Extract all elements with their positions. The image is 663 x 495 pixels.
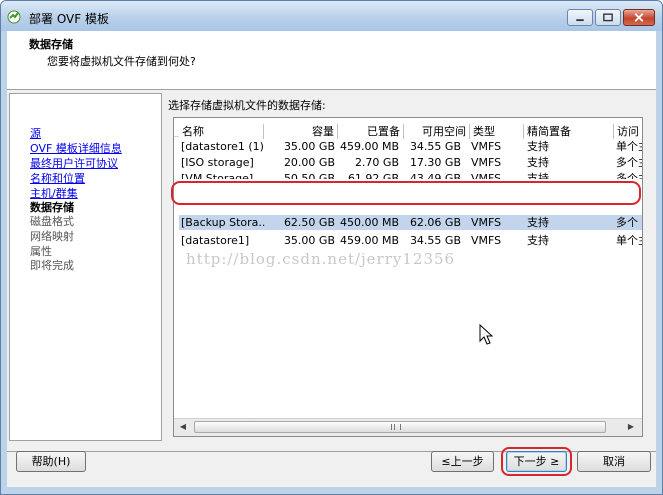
window-bottom-border: [1, 487, 662, 494]
minimize-button[interactable]: [567, 9, 593, 26]
back-button[interactable]: ≤上一步: [431, 451, 494, 472]
cell-free-space: 34.55 GB: [409, 234, 461, 247]
window-title: 部署 OVF 模板: [29, 12, 109, 26]
cell-type: VMFS: [471, 140, 502, 153]
table-row[interactable]: [datastore1 (1)] 35.00 GB 459.00 MB 34.5…: [179, 139, 642, 154]
step-host-cluster[interactable]: 主机/群集: [30, 187, 78, 200]
maximize-button[interactable]: [595, 9, 621, 26]
col-free-space[interactable]: 可用空间: [404, 124, 470, 139]
step-disk-format: 磁盘格式: [30, 215, 74, 228]
cell-type: VMFS: [471, 216, 502, 229]
cell-capacity: 62.50 GB: [283, 216, 335, 229]
watermark: http://blog.csdn.net/jerry12356: [186, 250, 456, 268]
cell-capacity: 20.00 GB: [283, 156, 335, 169]
cell-provisioned: 459.00 MB: [339, 234, 399, 247]
step-properties: 属性: [30, 245, 52, 258]
cell-name: [Backup Stora...: [181, 216, 265, 229]
table-row-selected[interactable]: [Backup Stora... 62.50 GB 450.00 MB 62.0…: [179, 215, 642, 230]
help-button[interactable]: 帮助(H): [16, 451, 86, 472]
cell-free-space: 62.06 GB: [409, 216, 461, 229]
cell-provisioned: 2.70 GB: [354, 156, 399, 169]
cell-thin: 支持: [527, 172, 549, 179]
cell-free-space: 43.49 GB: [409, 172, 461, 179]
cell-capacity: 35.00 GB: [283, 234, 335, 247]
cell-type: VMFS: [471, 172, 502, 179]
step-network-mapping: 网络映射: [30, 230, 74, 243]
cell-type: VMFS: [471, 156, 502, 169]
cell-provisioned: 450.00 MB: [339, 216, 399, 229]
scroll-right-icon[interactable]: ▶: [626, 422, 636, 432]
close-icon: [634, 13, 644, 22]
col-thin-provisioning[interactable]: 精简置备: [524, 124, 614, 139]
vsphere-app-icon: [7, 10, 21, 24]
table-row[interactable]: [datastore1] 35.00 GB 459.00 MB 34.55 GB…: [179, 233, 642, 248]
grip-icon: [391, 424, 401, 430]
table-row[interactable]: [VM Storage] 50.50 GB 61.92 GB 43.49 GB …: [179, 171, 642, 179]
cell-thin: 支持: [527, 156, 549, 169]
col-provisioned[interactable]: 已置备: [338, 124, 404, 139]
step-name-location[interactable]: 名称和位置: [30, 172, 85, 185]
datastore-table[interactable]: 名称 容量 已置备 可用空间 类型 精简置备 访问 [datastore1 (1…: [173, 117, 643, 437]
scroll-thumb[interactable]: [194, 421, 606, 433]
cell-thin: 支持: [527, 140, 549, 153]
cell-name: [datastore1]: [181, 234, 250, 247]
cell-name: [VM Storage]: [181, 172, 254, 179]
step-datastore: 数据存储: [30, 201, 74, 214]
cell-type: VMFS: [471, 234, 502, 247]
cell-provisioned: 459.00 MB: [339, 140, 399, 153]
horizontal-scrollbar[interactable]: ◀ ▶: [174, 418, 642, 436]
cell-access: 单个主: [616, 234, 642, 247]
col-access[interactable]: 访问: [614, 124, 642, 139]
cell-access: 多个: [616, 216, 638, 229]
col-capacity[interactable]: 容量: [264, 124, 338, 139]
deploy-ovf-window: 部署 OVF 模板 数据存储 您要将虚拟机文件存储到何处? 源 OVF 模板详细…: [0, 0, 663, 495]
cell-capacity: 35.00 GB: [283, 140, 335, 153]
title-bar[interactable]: 部署 OVF 模板: [1, 1, 662, 31]
next-highlight-annotation: [501, 447, 572, 476]
cell-thin: 支持: [527, 216, 549, 229]
scroll-left-icon[interactable]: ◀: [178, 422, 188, 432]
cell-access: 多个主: [616, 172, 642, 179]
page-subtitle: 您要将虚拟机文件存储到何处?: [47, 55, 196, 68]
step-ready: 即将完成: [30, 259, 74, 272]
table-row[interactable]: [ISO storage] 20.00 GB 2.70 GB 17.30 GB …: [179, 155, 642, 170]
datastore-prompt: 选择存储虚拟机文件的数据存储:: [168, 99, 326, 112]
cell-name: [ISO storage]: [181, 156, 254, 169]
col-name[interactable]: 名称: [179, 124, 264, 139]
step-ovf-details[interactable]: OVF 模板详细信息: [30, 142, 122, 155]
table-header: 名称 容量 已置备 可用空间 类型 精简置备 访问: [174, 121, 642, 139]
cell-access: 多个主: [616, 156, 642, 169]
cell-capacity: 50.50 GB: [283, 172, 335, 179]
maximize-icon: [603, 13, 613, 22]
cancel-button[interactable]: 取消: [577, 451, 651, 472]
step-source[interactable]: 源: [30, 127, 41, 140]
cell-thin: 支持: [527, 234, 549, 247]
cell-access: 单个主: [616, 140, 642, 153]
cell-free-space: 17.30 GB: [409, 156, 461, 169]
col-type[interactable]: 类型: [470, 124, 524, 139]
wizard-header: 数据存储 您要将虚拟机文件存储到何处?: [7, 31, 656, 90]
mouse-cursor-icon: [479, 324, 493, 345]
step-eula[interactable]: 最终用户许可协议: [30, 157, 118, 170]
selection-highlight-annotation: [171, 181, 641, 205]
cell-free-space: 34.55 GB: [409, 140, 461, 153]
cell-provisioned: 61.92 GB: [347, 172, 399, 179]
cell-name: [datastore1 (1)]: [181, 140, 265, 153]
minimize-icon: [576, 19, 584, 22]
page-title: 数据存储: [29, 38, 73, 51]
close-button[interactable]: [623, 9, 655, 26]
wizard-steps-panel: 源 OVF 模板详细信息 最终用户许可协议 名称和位置 主机/群集 数据存储 磁…: [9, 93, 162, 441]
